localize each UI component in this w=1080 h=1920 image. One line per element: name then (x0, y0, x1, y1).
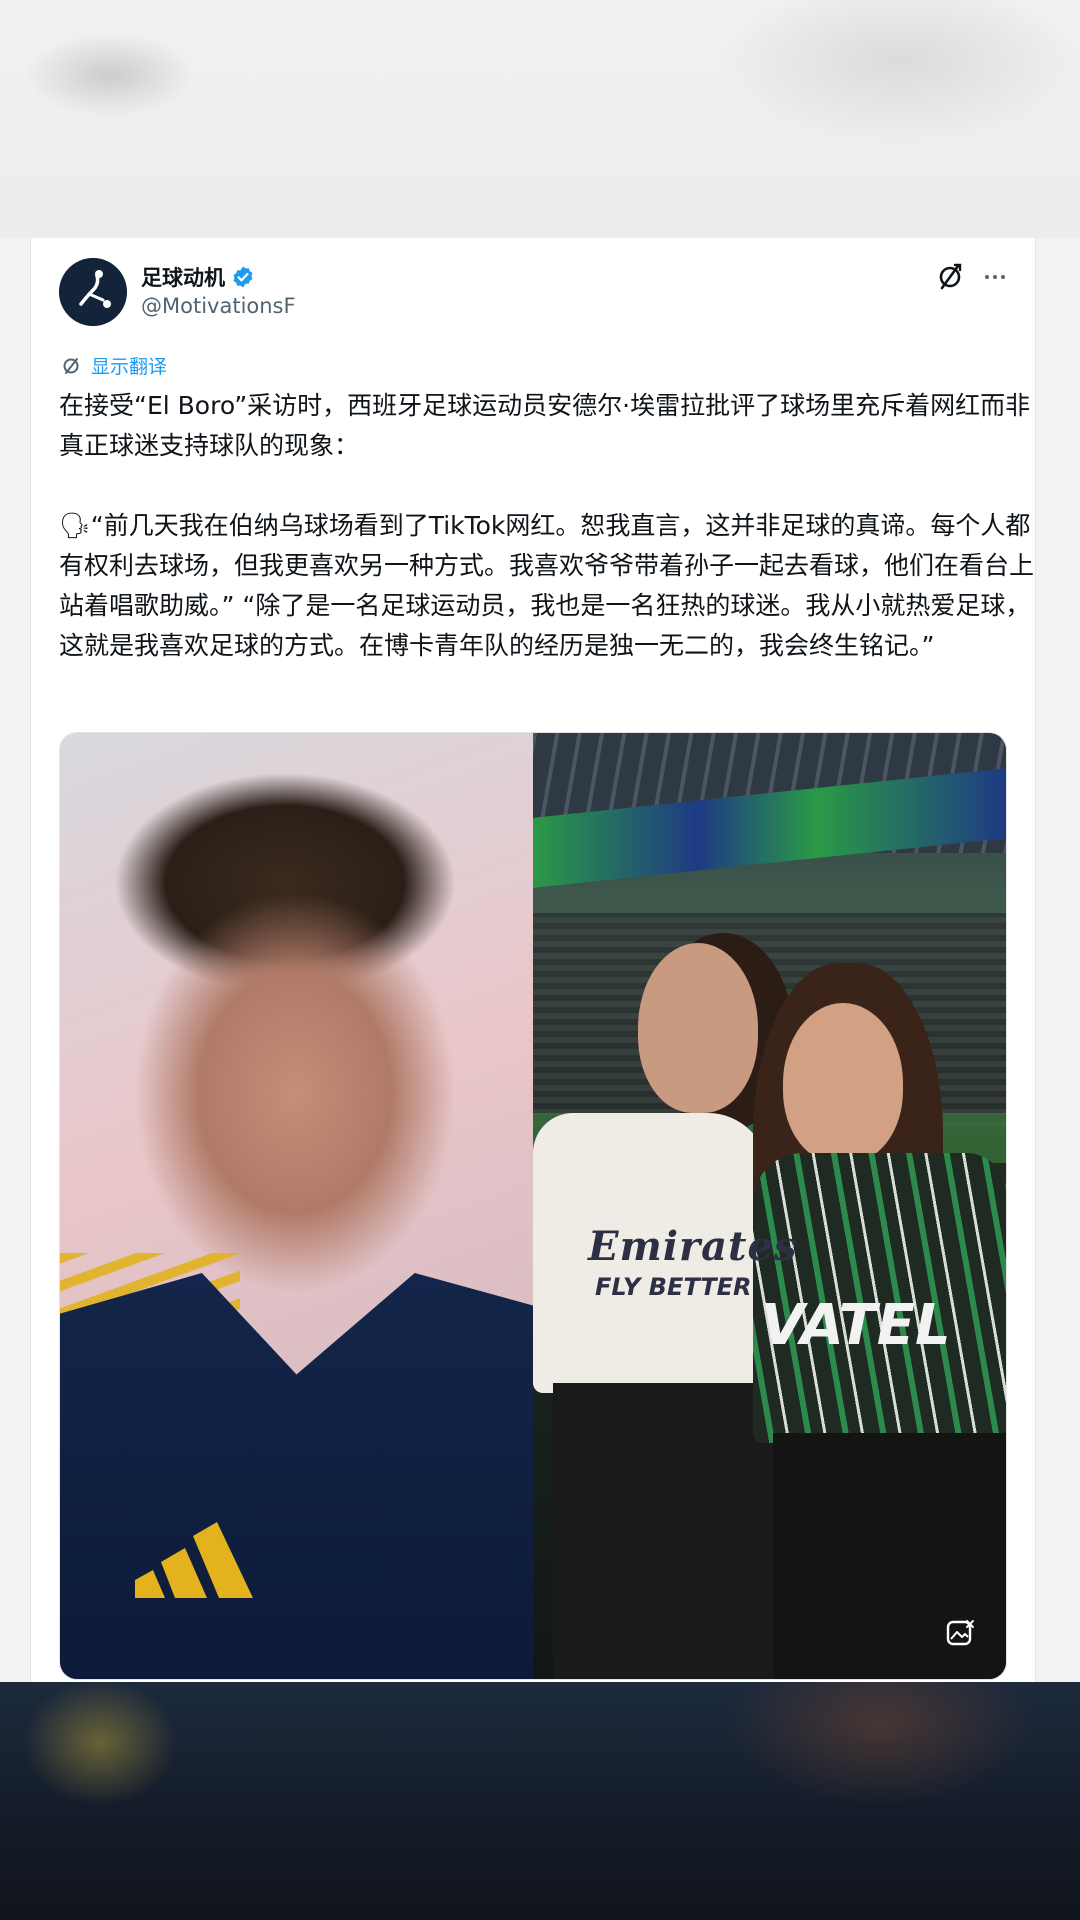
post-card[interactable]: 足球动机 @MotivationsF 显示翻译 在接受“El Boro”采访时，… (30, 238, 1036, 1682)
author-display-name[interactable]: 足球动机 (141, 262, 225, 292)
photo-fans-stadium[interactable]: Emirates FLY BETTER VATEL (533, 733, 1006, 1679)
avatar-logo-icon (59, 258, 127, 326)
post-text: 在接受“El Boro”采访时，西班牙足球运动员安德尔·埃雷拉批评了球场里充斥着… (59, 391, 1035, 660)
fan-a-face (638, 943, 758, 1113)
more-options-icon[interactable] (975, 258, 1015, 296)
shirt-b-sponsor: VATEL (761, 1293, 951, 1358)
shirt-a-sponsor-sub: FLY BETTER (595, 1273, 752, 1301)
photo-player-portrait[interactable] (60, 733, 533, 1679)
show-translation-label[interactable]: 显示翻译 (91, 352, 167, 379)
adidas-logo-icon (135, 1522, 253, 1598)
author-avatar[interactable] (59, 258, 127, 326)
translate-small-icon (63, 357, 79, 374)
author-handle[interactable]: @MotivationsF (141, 294, 296, 318)
alt-text-icon[interactable] (940, 1613, 980, 1653)
shirt-a-sponsor: Emirates (588, 1223, 798, 1270)
show-translation-link[interactable]: 显示翻译 (59, 352, 167, 379)
post-media[interactable]: Emirates FLY BETTER VATEL (59, 732, 1007, 1680)
blurred-top-area (0, 0, 1080, 238)
blurred-bottom-area (0, 1682, 1080, 1920)
fan-b-face (783, 1003, 903, 1163)
fan-a-pants (553, 1383, 783, 1679)
player-jersey (60, 1273, 533, 1679)
translate-icon[interactable] (931, 258, 969, 296)
verified-badge-icon (233, 266, 253, 288)
